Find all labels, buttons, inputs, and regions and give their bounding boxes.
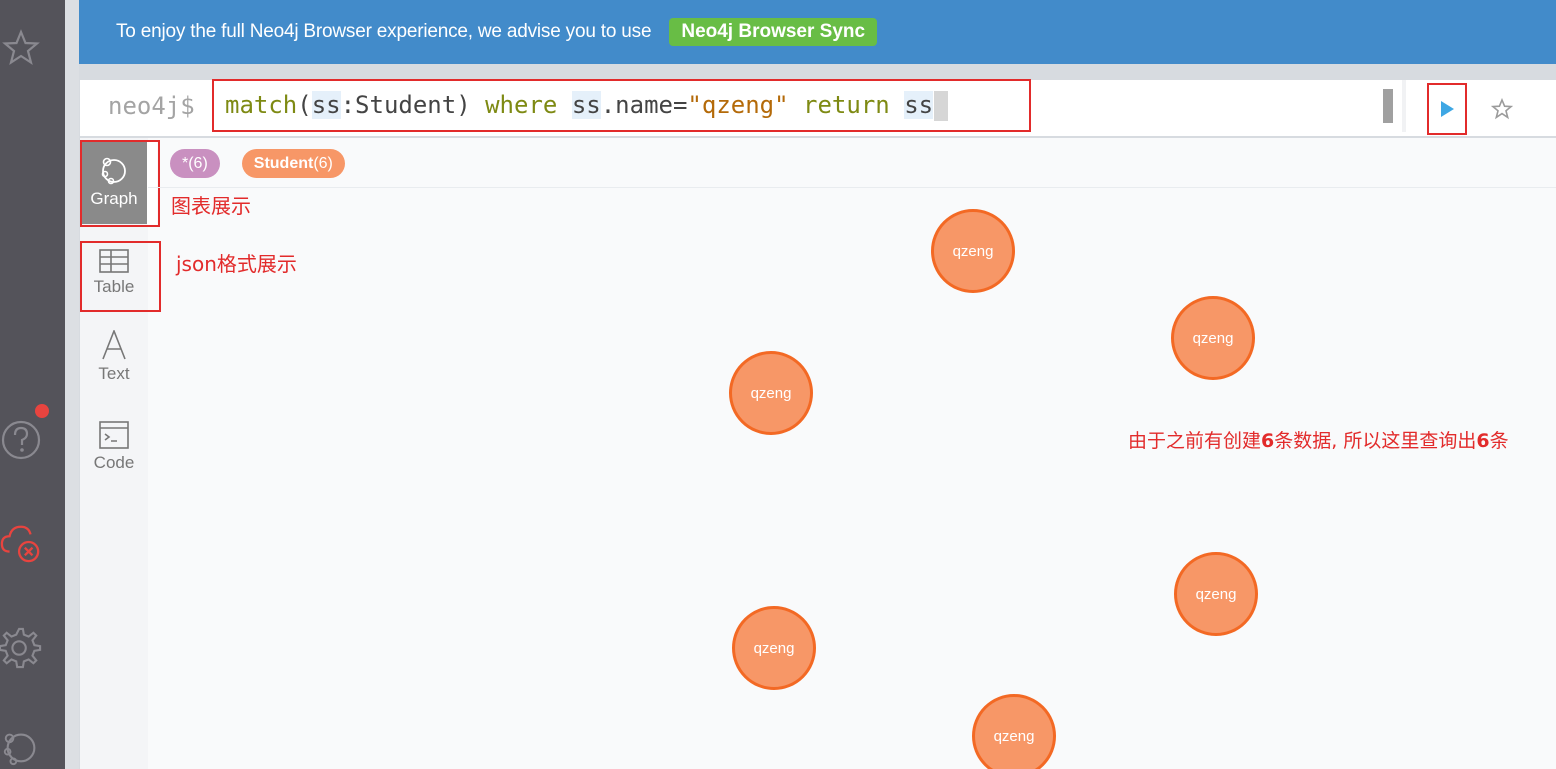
left-sidebar bbox=[0, 0, 65, 769]
query-highlight-box[interactable]: match(ss:Student) where ss.name="qzeng" … bbox=[212, 79, 1031, 132]
pill-student[interactable]: Student (6) bbox=[241, 149, 345, 178]
banner-text: To enjoy the full Neo4j Browser experien… bbox=[116, 21, 652, 42]
graph-node[interactable]: qzeng bbox=[972, 694, 1056, 769]
graph-node[interactable]: qzeng bbox=[1171, 296, 1255, 380]
run-query-button[interactable] bbox=[1427, 83, 1467, 135]
tab-text-label: Text bbox=[98, 364, 130, 383]
neo4j-about-icon[interactable] bbox=[0, 722, 42, 769]
editor-prompt: neo4j$ bbox=[108, 92, 195, 120]
pill-divider bbox=[148, 187, 1556, 188]
code-icon bbox=[99, 421, 129, 449]
help-icon[interactable] bbox=[0, 415, 42, 463]
tab-text[interactable]: Text bbox=[80, 316, 148, 398]
editor-scrollbar[interactable] bbox=[1383, 89, 1393, 123]
annotation-graph: 图表展示 bbox=[171, 194, 251, 218]
label-pills: *(6) Student (6) bbox=[170, 149, 345, 178]
query-editor: neo4j$ match(ss:Student) where ss.name="… bbox=[80, 79, 1556, 136]
text-cursor bbox=[934, 91, 949, 121]
favorites-star-icon[interactable] bbox=[0, 24, 42, 72]
graph-node[interactable]: qzeng bbox=[1174, 552, 1258, 636]
settings-gear-icon[interactable] bbox=[0, 624, 42, 672]
editor-separator bbox=[1402, 80, 1406, 132]
result-frame: Graph Table Text Code *(6) Student (6) 图表… bbox=[80, 138, 1556, 769]
notification-dot bbox=[35, 404, 49, 418]
view-tabs: Graph Table Text Code bbox=[80, 138, 148, 769]
graph-node[interactable]: qzeng bbox=[931, 209, 1015, 293]
annotation-table-rest: 格式展示 bbox=[216, 252, 297, 276]
play-icon bbox=[1441, 101, 1454, 117]
table-tab-highlight-box bbox=[80, 241, 161, 312]
browser-sync-button[interactable]: Neo4j Browser Sync bbox=[669, 18, 878, 46]
annotation-table: json格式展示 bbox=[176, 248, 297, 277]
text-icon bbox=[102, 330, 126, 360]
graph-node[interactable]: qzeng bbox=[729, 351, 813, 435]
graph-node[interactable]: qzeng bbox=[732, 606, 816, 690]
cloud-disconnected-icon[interactable] bbox=[0, 518, 42, 566]
sync-banner: To enjoy the full Neo4j Browser experien… bbox=[79, 0, 1556, 64]
pill-student-count: (6) bbox=[313, 154, 333, 172]
query-input[interactable]: match(ss:Student) where ss.name="qzeng" … bbox=[225, 91, 949, 121]
pill-student-name: Student bbox=[253, 154, 314, 172]
favorite-query-button[interactable] bbox=[1488, 95, 1516, 123]
tab-code-label: Code bbox=[93, 453, 135, 472]
annotation-table-json: json bbox=[176, 252, 217, 276]
sidebar-edge bbox=[65, 0, 79, 769]
graph-tab-highlight-box bbox=[80, 140, 160, 227]
pill-all-nodes[interactable]: *(6) bbox=[170, 149, 220, 178]
star-outline-icon bbox=[1491, 98, 1513, 120]
annotation-result: 由于之前有创建6条数据, 所以这里查询出6条 bbox=[1128, 430, 1509, 452]
tab-code[interactable]: Code bbox=[80, 406, 148, 488]
